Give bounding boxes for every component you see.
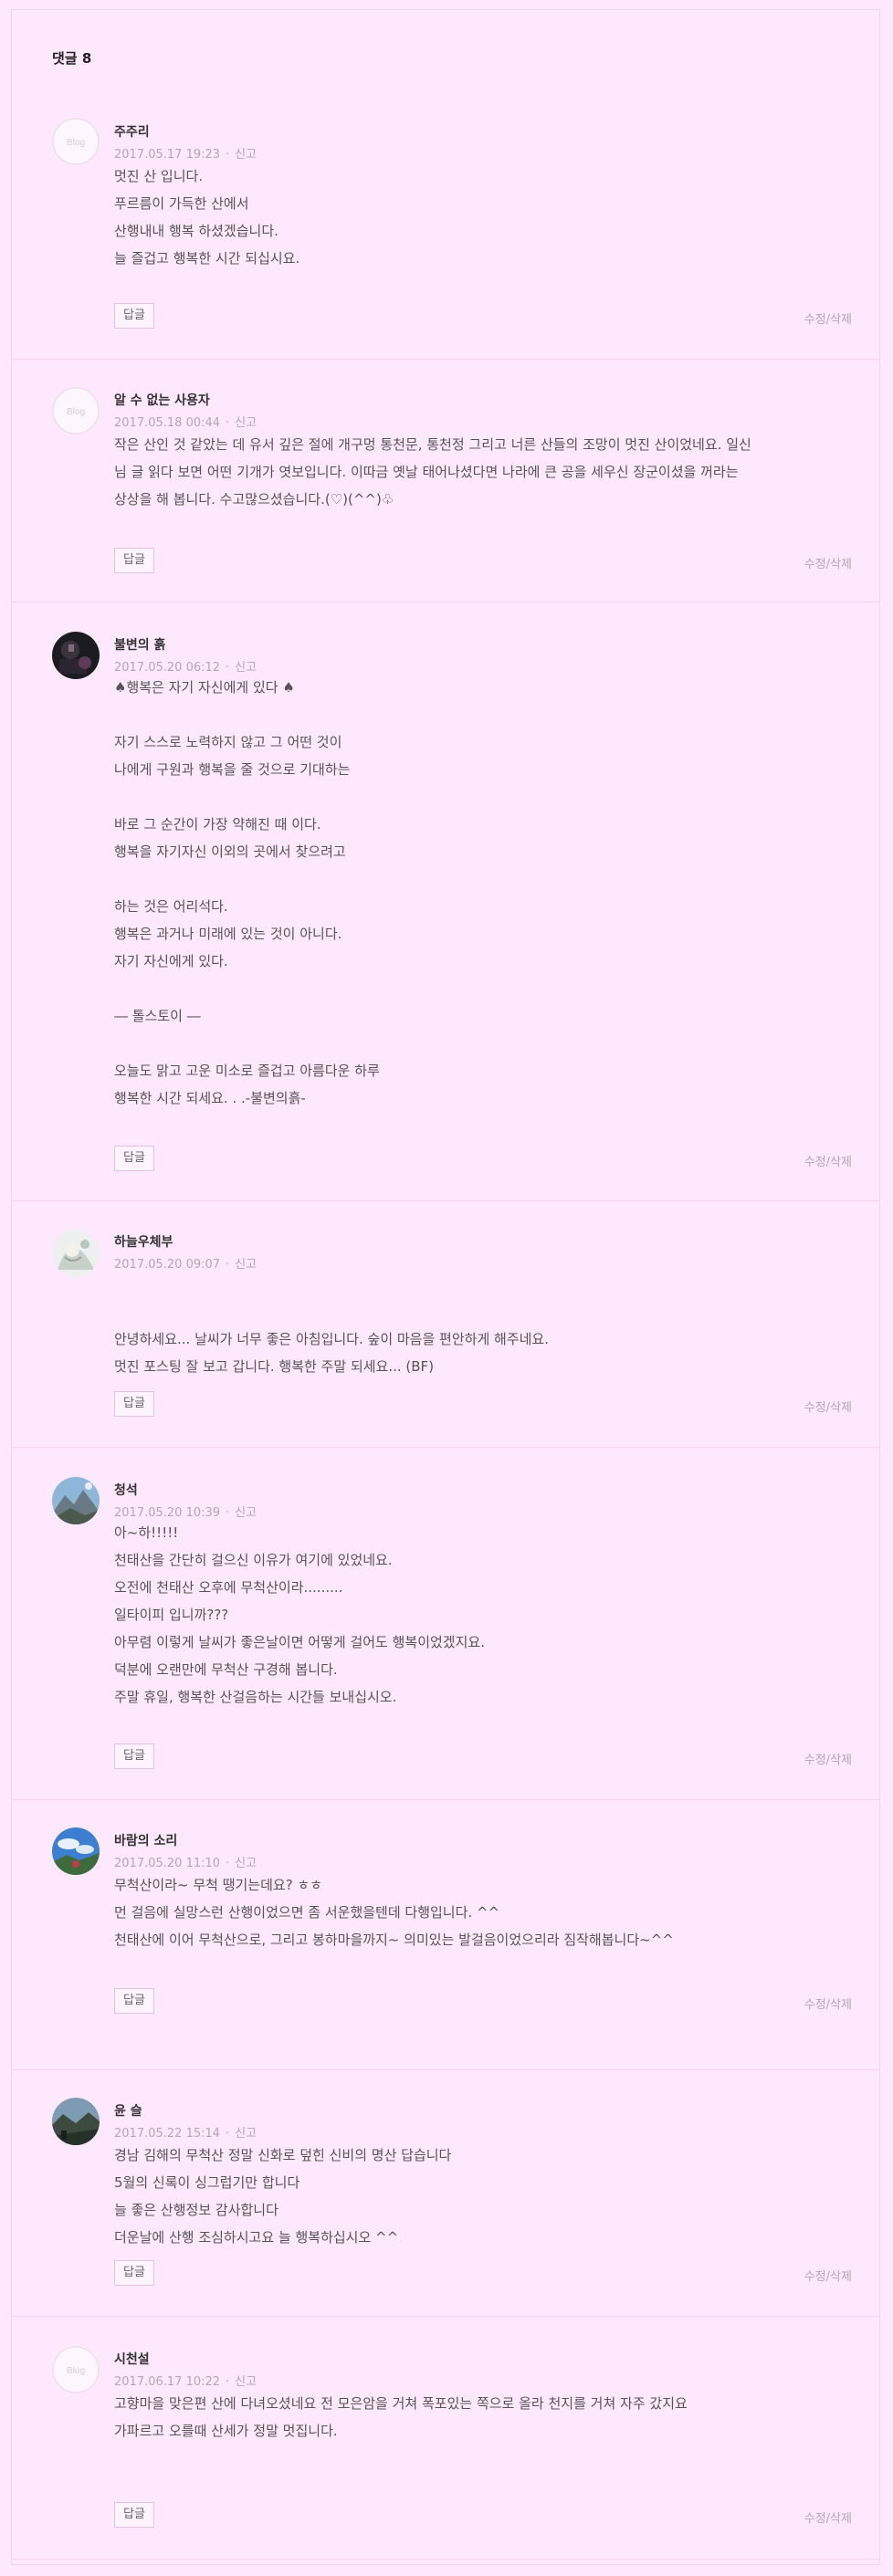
illustration-avatar-avatar-icon[interactable] bbox=[52, 1230, 100, 1277]
svg-text:Blog: Blog bbox=[67, 407, 85, 417]
comment-text: 아~하!!!!! 천태산을 간단히 걸으신 이유가 여기에 있었네요. 오전에 … bbox=[114, 1524, 485, 1705]
blog-placeholder-avatar-icon[interactable]: Blog bbox=[52, 2346, 100, 2393]
reply-button[interactable]: 답글 bbox=[114, 1744, 154, 1769]
comment-meta: 2017.05.17 19:23 · 신고 bbox=[114, 144, 257, 162]
comment-meta: 2017.05.22 15:14 · 신고 bbox=[114, 2123, 257, 2141]
report-link[interactable]: 신고 bbox=[235, 416, 257, 430]
comment-author[interactable]: 바람의 소리 bbox=[114, 1831, 177, 1849]
comment-text: 고향마을 맞은편 산에 다녀오셨네요 전 모은암을 거쳐 폭포있는 쪽으로 올라… bbox=[114, 2395, 688, 2439]
comment-meta: 2017.05.18 00:44 · 신고 bbox=[114, 413, 257, 430]
reply-button[interactable]: 답글 bbox=[114, 303, 154, 329]
report-link[interactable]: 신고 bbox=[235, 1258, 257, 1272]
comment-text: ♠행복은 자기 자신에게 있다 ♠ 자기 스스로 노력하지 않고 그 어떤 것이… bbox=[114, 679, 380, 1106]
report-link[interactable]: 신고 bbox=[235, 1857, 257, 1870]
comment-item: 청석 2017.05.20 10:39 · 신고아~하!!!!! 천태산을 간단히 걸… bbox=[12, 1448, 879, 1800]
landscape-photo-avatar-avatar-icon[interactable] bbox=[52, 2098, 100, 2145]
edit-delete-link[interactable]: 수정/삭제 bbox=[804, 554, 852, 571]
reply-button[interactable]: 답글 bbox=[114, 2502, 154, 2528]
edit-delete-link[interactable]: 수정/삭제 bbox=[804, 1152, 852, 1169]
separator-dot: · bbox=[226, 661, 230, 675]
reply-button[interactable]: 답글 bbox=[114, 1988, 154, 2014]
comment-item: 바람의 소리 2017.05.20 11:10 · 신고무척산이라~ 무척 땡기는데요… bbox=[12, 1800, 879, 2070]
edit-delete-link[interactable]: 수정/삭제 bbox=[804, 309, 852, 327]
comment-date: 2017.05.20 10:39 bbox=[114, 1506, 221, 1520]
blog-placeholder-avatar-icon[interactable]: Blog bbox=[52, 387, 100, 435]
comment-author[interactable]: 하늘우체부 bbox=[114, 1232, 173, 1251]
comment-meta: 2017.05.20 06:12 · 신고 bbox=[114, 657, 257, 675]
comment-date: 2017.05.18 00:44 bbox=[114, 416, 221, 430]
comment-text: 무척산이라~ 무척 땡기는데요? ㅎㅎ 먼 걸음에 실망스런 산행이었으면 좀 … bbox=[114, 1877, 674, 1948]
comment-count-title: 댓글 8 bbox=[52, 50, 92, 67]
comment-item: 윤 슬 2017.05.22 15:14 · 신고경남 김해의 무척산 정말 신화로 … bbox=[12, 2070, 879, 2317]
comment-author[interactable]: 주주리 bbox=[114, 122, 150, 141]
comment-author[interactable]: 청석 bbox=[114, 1481, 138, 1499]
comment-item: 하늘우체부 2017.05.20 09:07 · 신고 안녕하세요... 날씨가 너무… bbox=[12, 1201, 879, 1448]
comment-author[interactable]: 윤 슬 bbox=[114, 2101, 142, 2120]
mountain-photo-avatar-avatar-icon[interactable] bbox=[52, 1477, 100, 1524]
comment-date: 2017.05.20 09:07 bbox=[114, 1258, 221, 1272]
comment-text: 멋진 산 입니다. 푸르름이 가득한 산에서 산행내내 행복 하셨겠습니다. 늘… bbox=[114, 168, 300, 267]
reply-button[interactable]: 답글 bbox=[114, 1146, 154, 1171]
report-link[interactable]: 신고 bbox=[235, 1506, 257, 1520]
comment-meta: 2017.06.17 10:22 · 신고 bbox=[114, 2372, 257, 2389]
comment-text: 경남 김해의 무척산 정말 신화로 덮힌 신비의 명산 답습니다 5월의 신록이… bbox=[114, 2147, 452, 2246]
reply-button[interactable]: 답글 bbox=[114, 2260, 154, 2286]
report-link[interactable]: 신고 bbox=[235, 148, 257, 162]
comment-item: Blog 주주리 2017.05.17 19:23 · 신고멋진 산 입니다. 푸르름이… bbox=[12, 108, 879, 360]
comment-date: 2017.06.17 10:22 bbox=[114, 2375, 221, 2389]
comment-date: 2017.05.20 06:12 bbox=[114, 661, 221, 675]
separator-dot: · bbox=[226, 1506, 230, 1520]
separator-dot: · bbox=[226, 148, 230, 162]
separator-dot: · bbox=[226, 416, 230, 430]
reply-button[interactable]: 답글 bbox=[114, 1391, 154, 1417]
report-link[interactable]: 신고 bbox=[235, 661, 257, 675]
comment-meta: 2017.05.20 10:39 · 신고 bbox=[114, 1503, 257, 1520]
separator-dot: · bbox=[226, 1258, 230, 1272]
comment-author[interactable]: 시천설 bbox=[114, 2350, 150, 2368]
comment-author[interactable]: 알 수 없는 사용자 bbox=[114, 391, 210, 409]
comment-meta: 2017.05.20 11:10 · 신고 bbox=[114, 1853, 257, 1870]
comment-text: 작은 산인 것 같았는 데 유서 깊은 절에 개구멍 통천문, 통천정 그리고 … bbox=[114, 436, 751, 508]
comment-date: 2017.05.20 11:10 bbox=[114, 1857, 221, 1870]
blog-placeholder-avatar-icon[interactable]: Blog bbox=[52, 118, 100, 165]
edit-delete-link[interactable]: 수정/삭제 bbox=[804, 1398, 852, 1415]
separator-dot: · bbox=[226, 2375, 230, 2389]
comment-text: 안녕하세요... 날씨가 너무 좋은 아침입니다. 숲이 마음을 편안하게 해주… bbox=[114, 1331, 549, 1375]
svg-text:Blog: Blog bbox=[67, 2366, 85, 2376]
comment-date: 2017.05.22 15:14 bbox=[114, 2127, 221, 2141]
separator-dot: · bbox=[226, 2127, 230, 2141]
svg-text:Blog: Blog bbox=[67, 138, 85, 148]
comment-item: Blog 시천설 2017.06.17 10:22 · 신고고향마을 맞은편 산에 다녀… bbox=[12, 2317, 879, 2560]
reply-button[interactable]: 답글 bbox=[114, 548, 154, 573]
comment-item: Blog 알 수 없는 사용자 2017.05.18 00:44 · 신고작은 산인 것… bbox=[12, 360, 879, 602]
edit-delete-link[interactable]: 수정/삭제 bbox=[804, 1995, 852, 2012]
edit-delete-link[interactable]: 수정/삭제 bbox=[804, 2267, 852, 2284]
comment-date: 2017.05.17 19:23 bbox=[114, 148, 221, 162]
report-link[interactable]: 신고 bbox=[235, 2127, 257, 2141]
separator-dot: · bbox=[226, 1857, 230, 1870]
sky-photo-avatar-avatar-icon[interactable] bbox=[52, 1827, 100, 1875]
comment-item: 불변의 흙 2017.05.20 06:12 · 신고 ♠행복은 자기 자신에게 있다 … bbox=[12, 602, 879, 1201]
comment-author[interactable]: 불변의 흙 bbox=[114, 635, 165, 654]
dark-photo-avatar-avatar-icon[interactable] bbox=[52, 632, 100, 679]
comment-meta: 2017.05.20 09:07 · 신고 bbox=[114, 1254, 257, 1272]
edit-delete-link[interactable]: 수정/삭제 bbox=[804, 1750, 852, 1767]
edit-delete-link[interactable]: 수정/삭제 bbox=[804, 2508, 852, 2526]
report-link[interactable]: 신고 bbox=[235, 2375, 257, 2389]
